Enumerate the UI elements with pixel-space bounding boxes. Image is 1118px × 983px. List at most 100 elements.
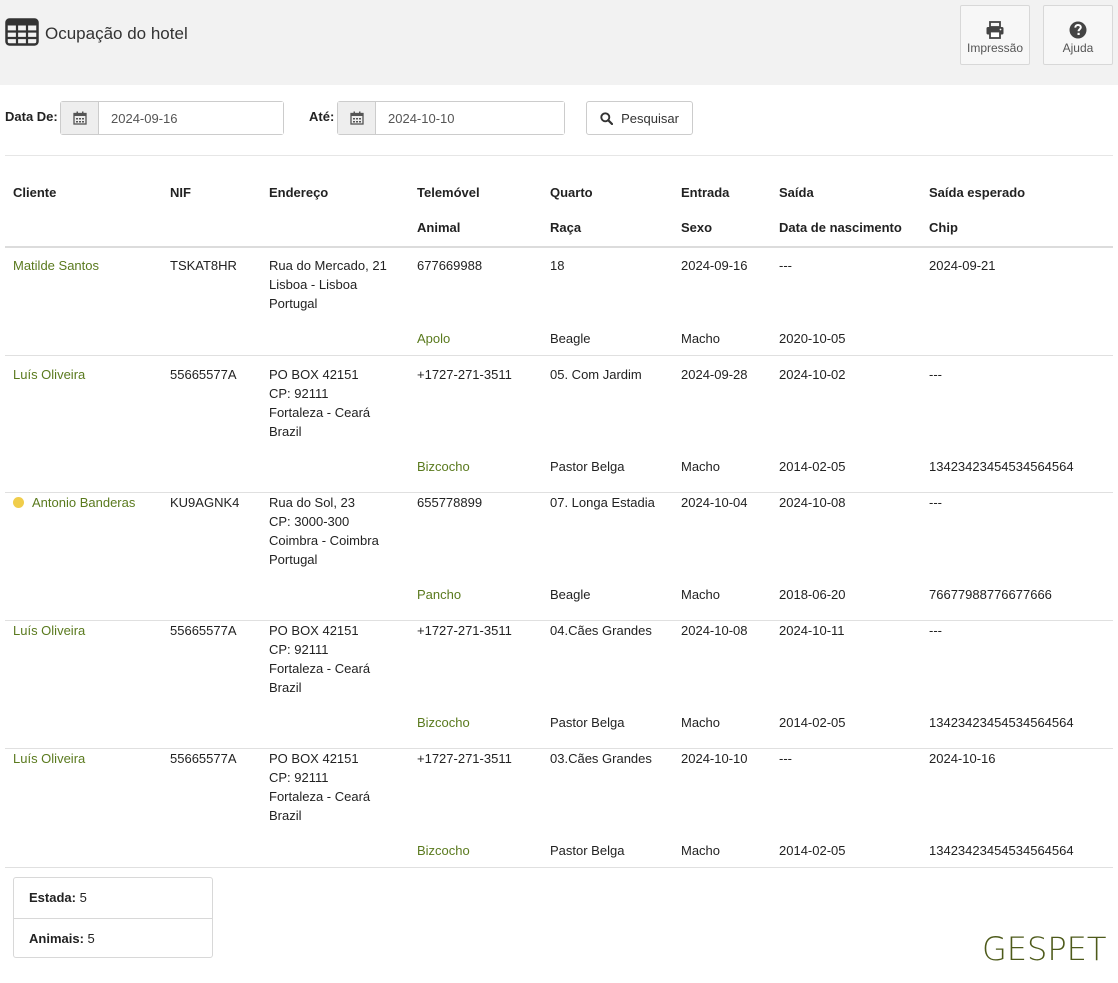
chip-cell: 13423423454534564564	[929, 843, 1074, 858]
phone-cell: 655778899	[417, 495, 483, 510]
phone-cell: +1727-271-3511	[417, 623, 512, 638]
checkout-cell: 2024-10-08	[779, 495, 846, 510]
search-button-label: Pesquisar	[621, 110, 679, 126]
animal-link[interactable]: Pancho	[417, 585, 461, 604]
printer-icon	[986, 21, 1004, 39]
address-line: Lisboa - Lisboa	[269, 277, 358, 292]
chip-cell: 76677988776677666	[929, 587, 1052, 602]
checkin-cell: 2024-10-10	[681, 751, 748, 766]
address-cell: PO BOX 42151 CP: 92111 Fortaleza - Ceará Br…	[269, 749, 370, 825]
client-link[interactable]: Antonio Banderas	[13, 493, 135, 512]
column-header: Saída	[779, 185, 814, 200]
summary-animals-value: 5	[87, 931, 95, 946]
search-button[interactable]: Pesquisar	[586, 101, 693, 135]
address-line: Fortaleza - Ceará	[269, 405, 371, 420]
column-header: Saída esperado	[929, 185, 1026, 200]
help-button[interactable]: Ajuda	[1043, 5, 1113, 65]
sex-cell: Macho	[681, 715, 721, 730]
address-cell: PO BOX 42151 CP: 92111 Fortaleza - Ceará Br…	[269, 621, 370, 697]
column-header: Telemóvel	[417, 185, 480, 200]
row-divider	[5, 867, 1113, 868]
address-line: Portugal	[269, 552, 318, 567]
address-line: Rua do Sol, 23	[269, 495, 356, 510]
room-cell: 05. Com Jardim	[550, 367, 642, 382]
page-title: Ocupação do hotel	[45, 24, 188, 43]
sex-cell: Macho	[681, 843, 721, 858]
address-line: PO BOX 42151	[269, 623, 359, 638]
address-line: Brazil	[269, 808, 302, 823]
filter-divider	[5, 155, 1113, 156]
checkout-cell: ---	[779, 258, 792, 273]
date-to-calendar-addon[interactable]	[338, 102, 376, 134]
calendar-icon	[72, 111, 87, 125]
breed-cell: Pastor Belga	[550, 715, 625, 730]
client-link[interactable]: Luís Oliveira	[13, 621, 85, 640]
checkin-cell: 2024-09-28	[681, 367, 748, 382]
column-header: Entrada	[681, 185, 730, 200]
summary-animals: Animais: 5	[14, 918, 212, 958]
client-name: Luís Oliveira	[13, 623, 86, 638]
summary-stays-value: 5	[79, 890, 87, 905]
address-cell: Rua do Sol, 23 CP: 3000-300 Coimbra - Coim…	[269, 493, 379, 569]
table-header-divider	[5, 246, 1113, 248]
animal-link[interactable]: Bizcocho	[417, 841, 470, 860]
nif-cell: 55665577A	[170, 367, 237, 382]
date-to-label: Até:	[309, 109, 335, 124]
title-wrap: Ocupação do hotel	[5, 18, 188, 46]
date-to-input[interactable]	[376, 102, 564, 134]
client-link[interactable]: Matilde Santos	[13, 256, 99, 275]
checkin-cell: 2024-09-16	[681, 258, 748, 273]
nif-cell: 55665577A	[170, 623, 237, 638]
client-link[interactable]: Luís Oliveira	[13, 365, 85, 384]
help-button-label: Ajuda	[1062, 41, 1094, 55]
sex-cell: Macho	[681, 459, 721, 474]
column-header: Cliente	[13, 185, 57, 200]
column-header: Data de nascimento	[779, 220, 902, 235]
animal-link[interactable]: Apolo	[417, 329, 450, 348]
chip-cell: 13423423454534564564	[929, 459, 1074, 474]
address-line: CP: 3000-300	[269, 514, 350, 529]
address-line: Brazil	[269, 680, 302, 695]
summary-stays: Estada: 5	[14, 878, 212, 918]
date-from-input[interactable]	[99, 102, 283, 134]
client-name: Matilde Santos	[13, 258, 99, 273]
address-line: PO BOX 42151	[269, 751, 359, 766]
column-header: Endereço	[269, 185, 329, 200]
summary-animals-label: Animais:	[29, 931, 84, 946]
breed-cell: Beagle	[550, 587, 591, 602]
top-bar: Ocupação do hotel Impressão Ajuda	[0, 0, 1118, 85]
row-divider	[5, 355, 1113, 356]
address-line: Fortaleza - Ceará	[269, 789, 371, 804]
checkout-cell: ---	[779, 751, 792, 766]
birthdate-cell: 2014-02-05	[779, 459, 846, 474]
date-from-calendar-addon[interactable]	[61, 102, 99, 134]
birthdate-cell: 2014-02-05	[779, 843, 846, 858]
print-button[interactable]: Impressão	[960, 5, 1030, 65]
column-header: Animal	[417, 220, 461, 235]
animal-link[interactable]: Bizcocho	[417, 713, 470, 732]
animal-link[interactable]: Bizcocho	[417, 457, 470, 476]
checkout-cell: 2024-10-11	[779, 623, 845, 638]
client-link[interactable]: Luís Oliveira	[13, 749, 85, 768]
date-to-group	[337, 101, 565, 135]
column-header: NIF	[170, 185, 191, 200]
print-button-label: Impressão	[966, 41, 1024, 55]
address-cell: PO BOX 42151 CP: 92111 Fortaleza - Ceará Br…	[269, 365, 370, 441]
sex-cell: Macho	[681, 331, 721, 346]
summary-stays-label: Estada:	[29, 890, 76, 905]
expected-checkout-cell: 2024-09-21	[929, 258, 996, 273]
phone-cell: +1727-271-3511	[417, 367, 512, 382]
address-cell: Rua do Mercado, 21 Lisboa - Lisboa Portuga…	[269, 256, 387, 313]
checkout-cell: 2024-10-02	[779, 367, 846, 382]
expected-checkout-cell: 2024-10-16	[929, 751, 996, 766]
sex-cell: Macho	[681, 587, 721, 602]
address-line: Coimbra - Coimbra	[269, 533, 379, 548]
breed-cell: Beagle	[550, 331, 591, 346]
search-icon	[600, 111, 614, 125]
address-line: CP: 92111	[269, 386, 329, 401]
address-line: Fortaleza - Ceará	[269, 661, 371, 676]
question-circle-icon	[1069, 21, 1087, 39]
phone-cell: 677669988	[417, 258, 483, 273]
expected-checkout-cell: ---	[929, 495, 942, 510]
birthdate-cell: 2014-02-05	[779, 715, 846, 730]
